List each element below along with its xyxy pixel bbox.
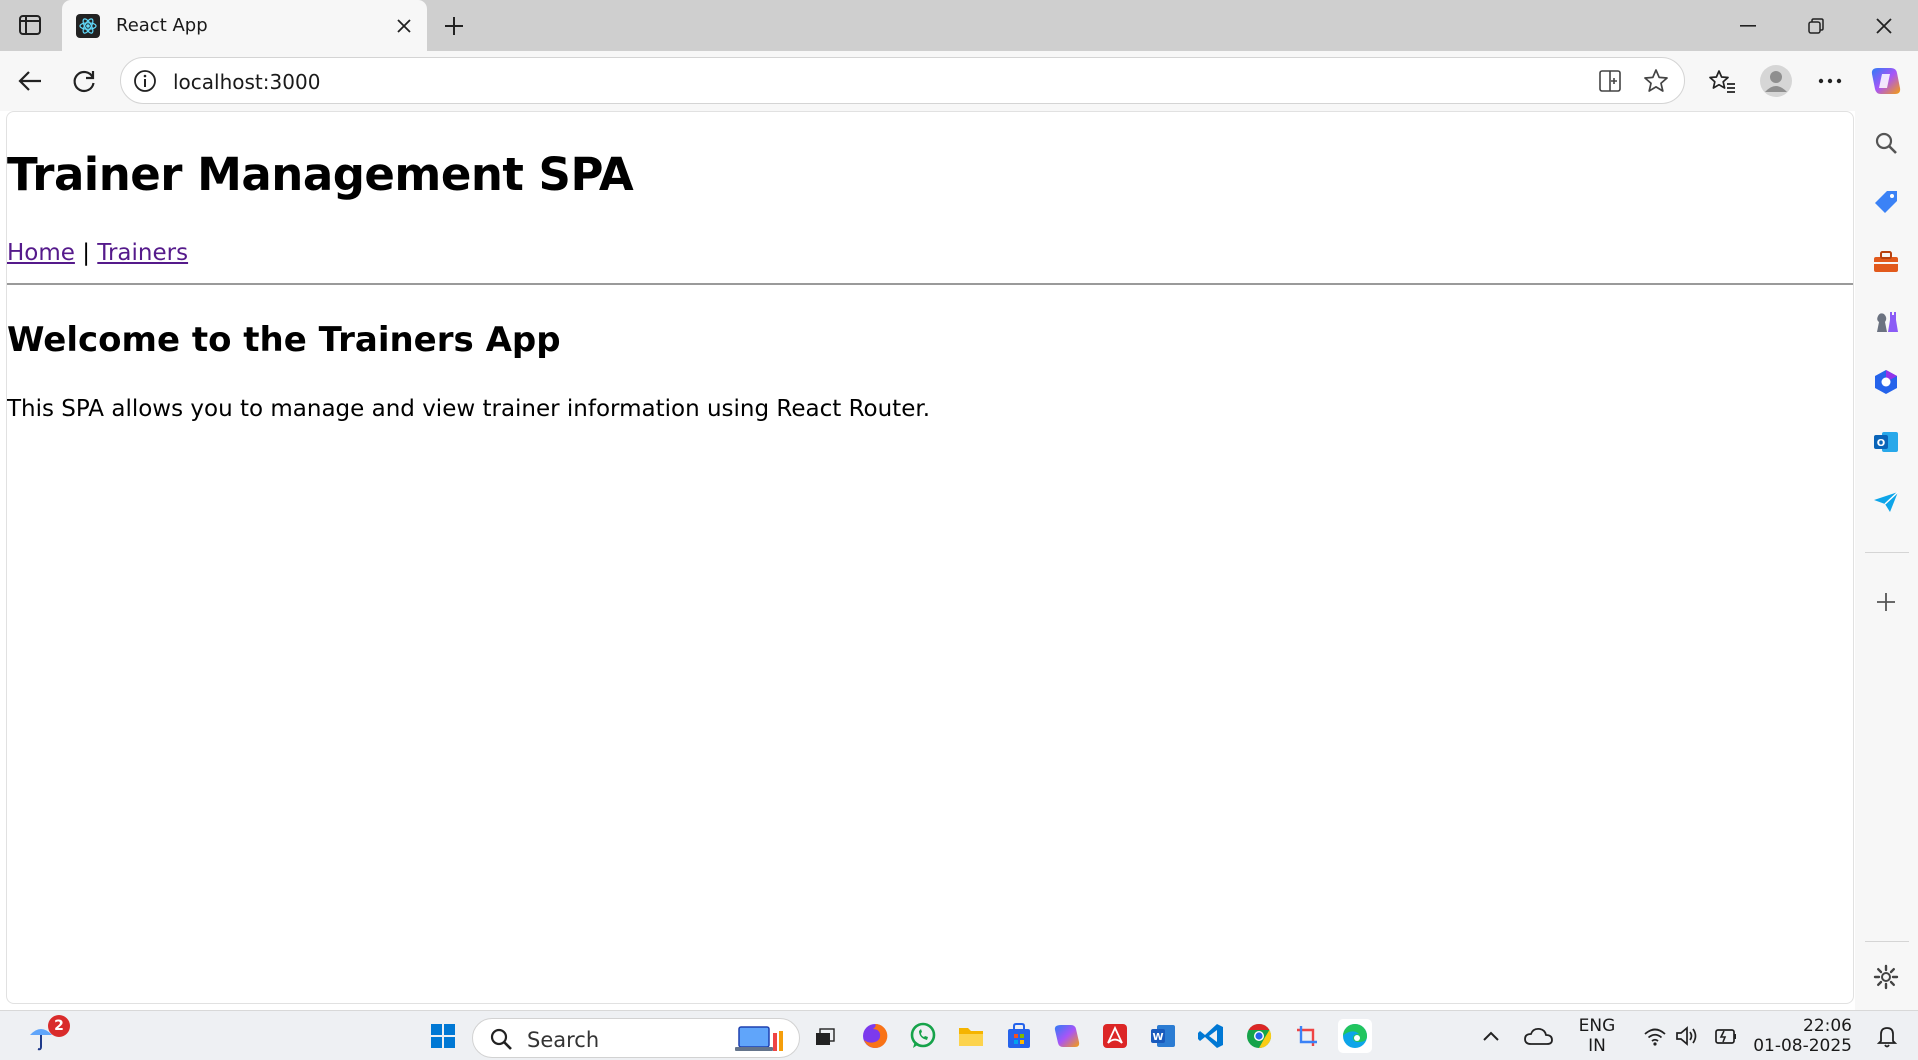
favorites-icon[interactable] [1702,61,1742,101]
back-arrow-icon[interactable] [10,61,50,101]
url-text[interactable]: localhost:3000 [173,70,320,94]
search-highlight-icon [735,1026,783,1051]
acrobat-icon[interactable] [1098,1019,1132,1053]
sidebar-separator-bottom [1865,941,1909,942]
wifi-icon[interactable] [1638,1019,1672,1053]
snipping-tool-icon[interactable] [1290,1019,1324,1053]
gear-icon[interactable] [1869,960,1903,994]
nav-separator: | [82,240,90,266]
weather-badge: 2 [48,1015,70,1037]
tab-title: React App [116,15,208,36]
window-close-icon[interactable] [1850,0,1918,51]
nav-link-home[interactable]: Home [7,240,75,266]
volume-icon[interactable] [1670,1019,1704,1053]
taskbar-search-label: Search [527,1028,600,1052]
page-title: Trainer Management SPA [7,148,634,201]
games-icon[interactable] [1869,305,1903,339]
plus-icon[interactable] [436,8,472,44]
onedrive-icon[interactable] [1522,1019,1556,1053]
windows-start-icon[interactable] [426,1019,460,1053]
clock-date: 01-08-2025 [1753,1036,1852,1056]
copilot-taskbar-icon[interactable] [1050,1019,1084,1053]
outlook-icon[interactable]: O [1869,425,1903,459]
nav-link-trainers[interactable]: Trainers [97,240,188,266]
clock-time: 22:06 [1803,1016,1852,1036]
svg-text:W: W [1152,1032,1163,1043]
language-line-2: IN [1588,1036,1606,1056]
battery-icon[interactable] [1708,1019,1742,1053]
close-icon[interactable] [389,11,419,41]
vscode-icon[interactable] [1194,1019,1228,1053]
edge-sidebar: O [1855,111,1918,1010]
page-viewport: Trainer Management SPA Home | Trainers W… [6,111,1854,1004]
address-bar[interactable]: localhost:3000 [120,57,1685,104]
firefox-icon[interactable] [858,1019,892,1053]
tab-actions-icon[interactable] [10,10,50,40]
minimize-icon[interactable] [1714,0,1782,51]
copilot-icon[interactable] [1866,61,1906,101]
tab-strip: React App [0,0,1918,51]
clock[interactable]: 22:06 01-08-2025 [1752,1016,1852,1056]
file-explorer-icon[interactable] [954,1019,988,1053]
whatsapp-icon[interactable] [906,1019,940,1053]
microsoft-365-icon[interactable] [1869,365,1903,399]
send-icon[interactable] [1869,485,1903,519]
description-text: This SPA allows you to manage and view t… [7,396,930,422]
nav-divider [7,283,1853,285]
windows-taskbar: 2 Search W ENG IN 22:06 01-08-2025 [0,1010,1918,1060]
toolbox-icon[interactable] [1869,245,1903,279]
restore-icon[interactable] [1782,0,1850,51]
star-icon[interactable] [1641,66,1671,96]
info-icon[interactable] [133,69,157,93]
react-logo-icon [76,13,100,38]
taskbar-search[interactable]: Search [472,1018,800,1058]
language-line-1: ENG [1578,1016,1616,1036]
search-icon[interactable] [1869,126,1903,160]
main-nav: Home | Trainers [7,240,188,266]
search-icon [490,1028,512,1050]
browser-tab[interactable]: React App [62,0,427,51]
edge-icon[interactable] [1338,1019,1372,1053]
chrome-icon[interactable] [1242,1019,1276,1053]
split-screen-icon[interactable] [1595,66,1625,96]
language-indicator[interactable]: ENG IN [1576,1016,1618,1056]
chevron-up-icon[interactable] [1474,1019,1508,1053]
notification-icon[interactable] [1870,1019,1904,1053]
browser-toolbar: localhost:3000 [0,51,1918,111]
word-icon[interactable]: W [1146,1019,1180,1053]
welcome-heading: Welcome to the Trainers App [7,320,561,360]
more-icon[interactable] [1810,61,1850,101]
add-icon[interactable] [1869,585,1903,619]
sidebar-separator [1865,552,1909,553]
shopping-tag-icon[interactable] [1869,185,1903,219]
profile-icon[interactable] [1756,61,1796,101]
refresh-icon[interactable] [64,61,104,101]
svg-text:O: O [1877,438,1886,449]
microsoft-store-icon[interactable] [1002,1019,1036,1053]
task-view-icon[interactable] [808,1019,842,1053]
